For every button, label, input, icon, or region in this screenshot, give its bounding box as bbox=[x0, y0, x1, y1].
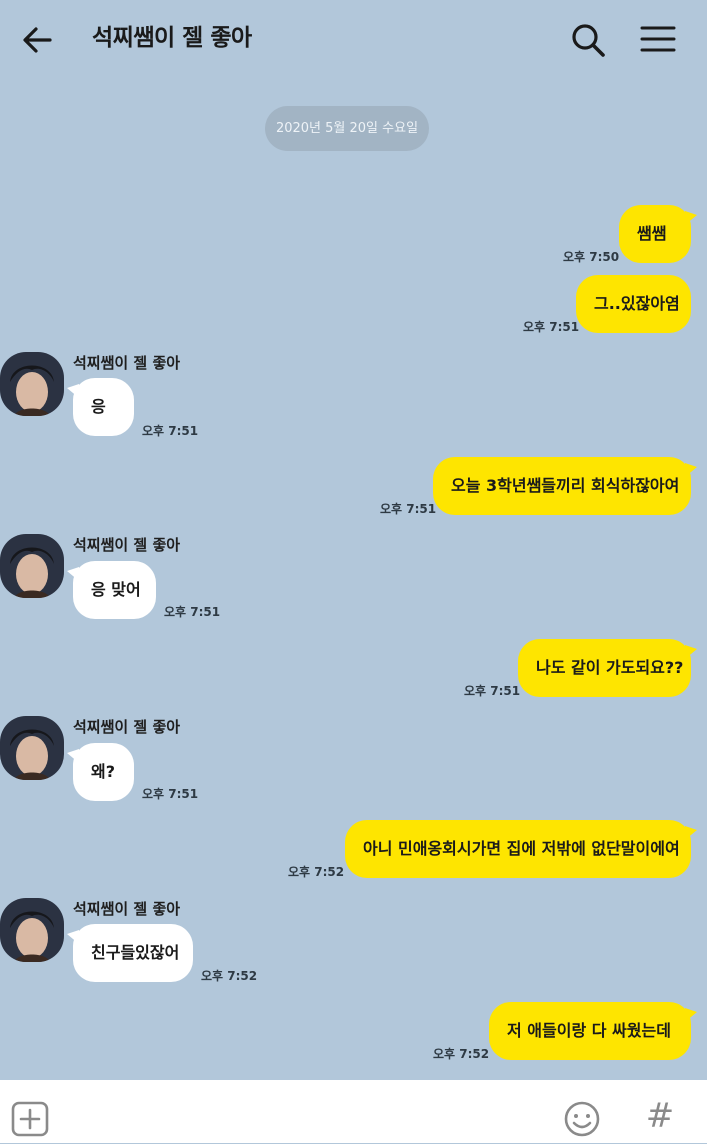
other-message-bubble[interactable]: 친구들있잖어 bbox=[67, 924, 193, 982]
input-bar: # bbox=[0, 1080, 707, 1143]
smiley-icon bbox=[564, 1101, 600, 1137]
back-button[interactable] bbox=[18, 20, 58, 60]
my-message-bubble[interactable]: 그..있잖아염 bbox=[576, 275, 691, 333]
sender-name: 석찌쌤이 젤 좋아 bbox=[73, 354, 181, 372]
date-divider: 2020년 5월 20일 수요일 bbox=[265, 106, 429, 151]
message-time: 오후 7:51 bbox=[464, 684, 521, 698]
menu-button[interactable] bbox=[638, 20, 678, 60]
message-time: 오후 7:52 bbox=[433, 1047, 490, 1061]
other-message-bubble[interactable]: 왜? bbox=[67, 743, 134, 801]
emoji-button[interactable] bbox=[562, 1100, 602, 1140]
my-message-bubble[interactable]: 오늘 3학년쌤들끼리 회식하잖아여 bbox=[433, 457, 697, 515]
arrow-left-icon bbox=[23, 27, 52, 53]
plus-square-icon bbox=[11, 1101, 49, 1137]
message-time: 오후 7:51 bbox=[142, 787, 199, 801]
search-icon bbox=[572, 24, 605, 57]
search-button[interactable] bbox=[568, 20, 608, 60]
profile-photo bbox=[0, 716, 64, 780]
sender-name: 석찌쌤이 젤 좋아 bbox=[73, 900, 181, 918]
sender-name: 석찌쌤이 젤 좋아 bbox=[73, 718, 181, 736]
chat-title: 석찌쌤이 젤 좋아 bbox=[92, 25, 252, 51]
profile-photo bbox=[0, 534, 64, 598]
hashtag-search-button[interactable]: # bbox=[640, 1096, 680, 1136]
avatar[interactable] bbox=[0, 716, 64, 780]
message-time: 오후 7:51 bbox=[523, 320, 580, 334]
message-time: 오후 7:52 bbox=[201, 969, 258, 983]
my-message-bubble[interactable]: 쌤쌤 bbox=[619, 205, 697, 263]
attach-button[interactable] bbox=[10, 1100, 50, 1140]
avatar[interactable] bbox=[0, 352, 64, 416]
other-message-bubble[interactable]: 응 맞어 bbox=[67, 561, 156, 619]
avatar[interactable] bbox=[0, 534, 64, 598]
my-message-bubble[interactable]: 아니 민애옹회시가면 집에 저밖에 없단말이에여 bbox=[345, 820, 697, 878]
hamburger-menu-icon bbox=[640, 26, 676, 52]
my-message-bubble[interactable]: 저 애들이랑 다 싸웠는데 bbox=[489, 1002, 697, 1060]
message-time: 오후 7:51 bbox=[142, 424, 199, 438]
profile-photo bbox=[0, 898, 64, 962]
other-message-bubble[interactable]: 응 bbox=[67, 378, 134, 436]
message-time: 오후 7:51 bbox=[164, 605, 221, 619]
message-time: 오후 7:51 bbox=[380, 502, 437, 516]
message-time: 오후 7:52 bbox=[288, 865, 345, 879]
my-message-bubble[interactable]: 나도 같이 가도되요?? bbox=[518, 639, 697, 697]
profile-photo bbox=[0, 352, 64, 416]
message-time: 오후 7:50 bbox=[563, 250, 620, 264]
sender-name: 석찌쌤이 젤 좋아 bbox=[73, 536, 181, 554]
avatar[interactable] bbox=[0, 898, 64, 962]
chat-header: 석찌쌤이 젤 좋아 bbox=[0, 0, 707, 78]
